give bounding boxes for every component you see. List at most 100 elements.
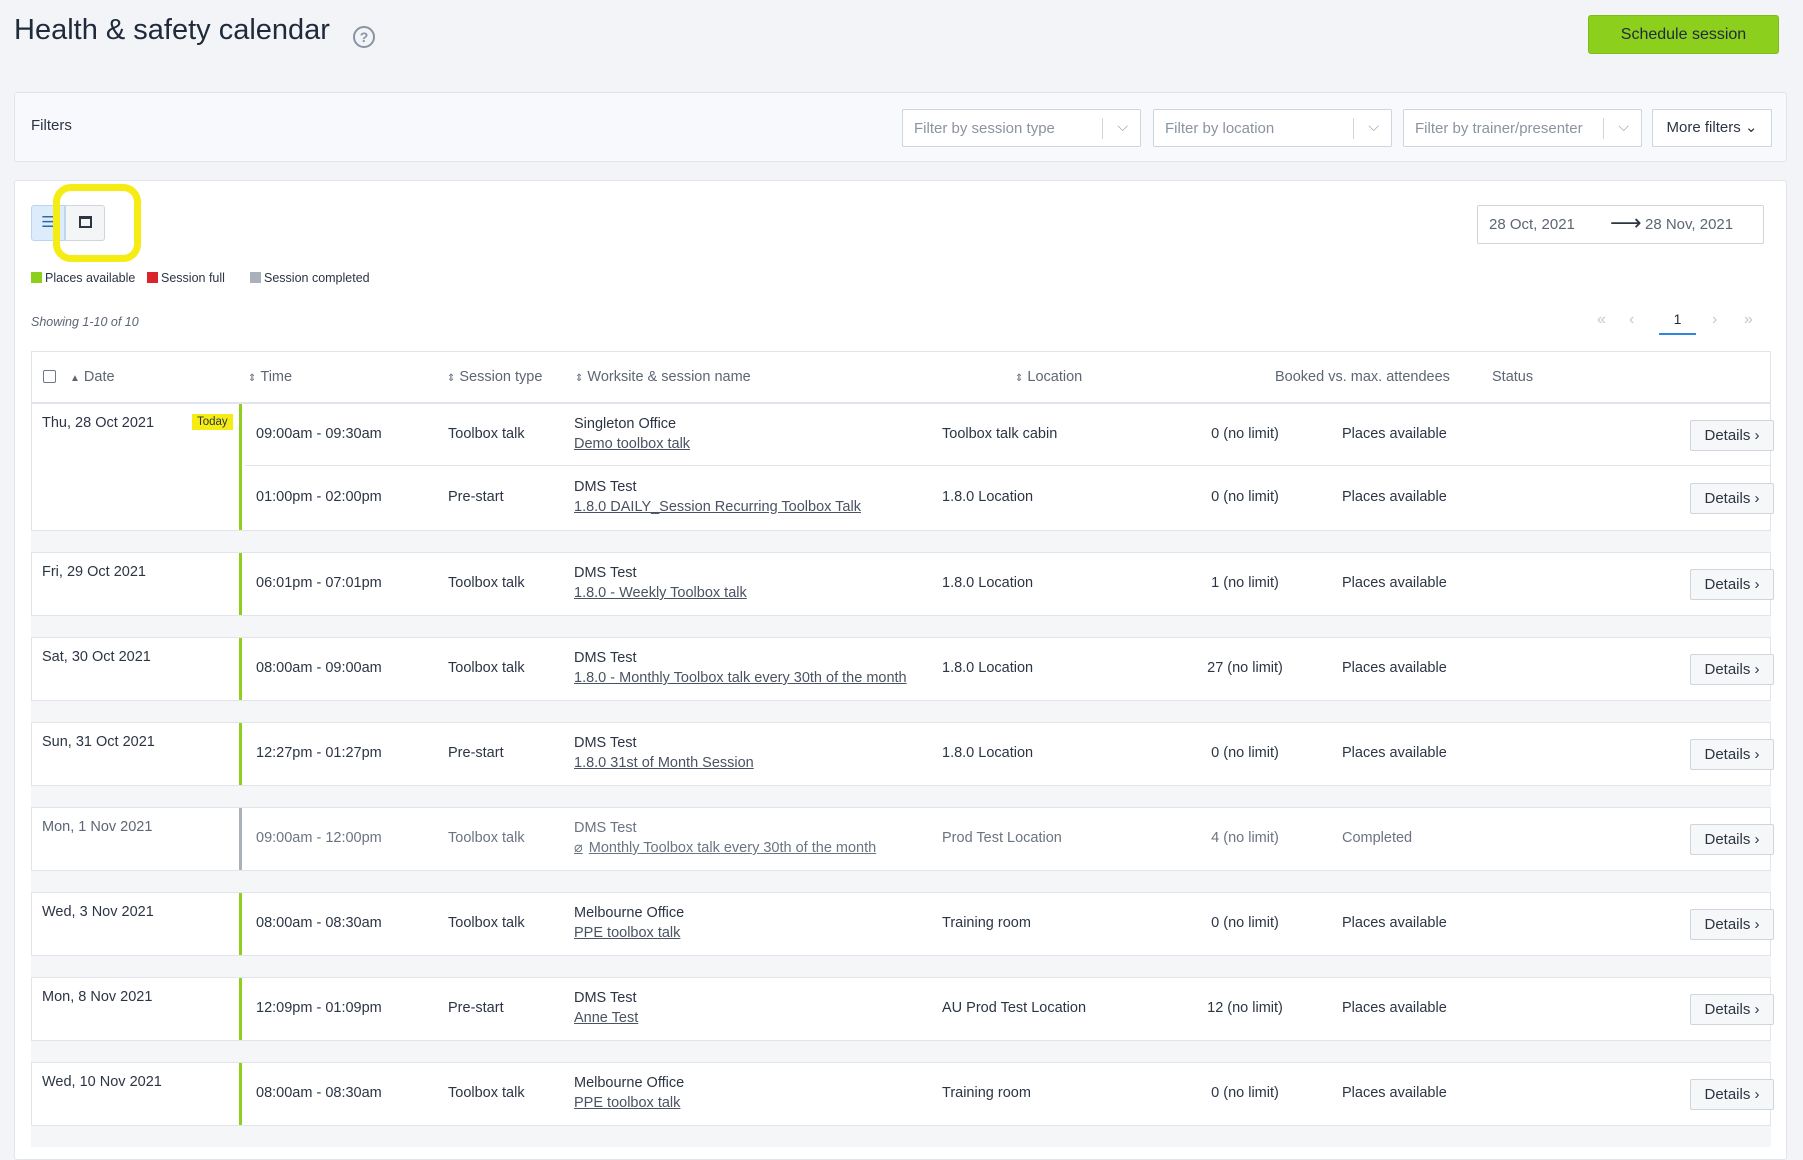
session-name-link[interactable]: 1.8.0 31st of Month Session [574, 755, 754, 771]
row-spacer [31, 701, 1771, 722]
details-button[interactable]: Details › [1690, 420, 1774, 451]
legend-swatch [147, 272, 158, 284]
next-page-button[interactable]: › [1712, 311, 1717, 329]
details-button[interactable]: Details › [1690, 824, 1774, 855]
prev-page-button[interactable]: ‹ [1629, 311, 1634, 329]
paperclip-icon: ⌀ [574, 840, 583, 856]
chevron-down-icon[interactable]: ⌵ [1368, 118, 1379, 135]
worksite: DMS Test [574, 735, 637, 751]
arrow-right-icon: ⟶ [1610, 210, 1642, 235]
session-type: Toolbox talk [448, 660, 525, 676]
session-time: 08:00am - 09:00am [256, 660, 382, 676]
session-status: Places available [1342, 1085, 1447, 1101]
session-name-link[interactable]: Demo toolbox talk [574, 436, 690, 452]
help-icon[interactable]: ? [353, 26, 375, 48]
session-type-filter[interactable]: Filter by session type ⌵ [902, 109, 1141, 147]
date-cell: Wed, 3 Nov 2021 [32, 893, 242, 955]
session-status: Places available [1342, 1000, 1447, 1016]
col-type-label: Session type [459, 369, 543, 385]
table-day-group: Wed, 10 Nov 2021 08:00am - 08:30am Toolb… [31, 1062, 1774, 1126]
details-button[interactable]: Details › [1690, 1079, 1774, 1110]
session-location: 1.8.0 Location [942, 575, 1034, 591]
booked-count: 0 (no limit) [1211, 426, 1279, 442]
trainer-filter[interactable]: Filter by trainer/presenter ⌵ [1403, 109, 1642, 147]
session-time: 12:09pm - 01:09pm [256, 1000, 382, 1016]
col-time-label: Time [260, 369, 293, 385]
col-site-label: Worksite & session name [587, 369, 751, 385]
session-time: 01:00pm - 02:00pm [256, 489, 382, 505]
session-name-link[interactable]: 1.8.0 DAILY_Session Recurring Toolbox Ta… [574, 499, 861, 515]
session-date: Thu, 28 Oct 2021 [42, 415, 155, 431]
details-button[interactable]: Details › [1690, 654, 1774, 685]
row-spacer [31, 616, 1771, 637]
select-separator [1353, 118, 1354, 139]
row-spacer [31, 531, 1771, 552]
session-type-filter-placeholder: Filter by session type [914, 120, 1055, 137]
session-name-link[interactable]: ⌀ Monthly Toolbox talk every 30th of the … [574, 840, 876, 856]
details-button[interactable]: Details › [1690, 483, 1774, 514]
more-filters-button[interactable]: More filters ⌄ [1652, 109, 1772, 147]
sort-icon: ⇕ [248, 373, 257, 384]
session-date: Mon, 8 Nov 2021 [42, 989, 153, 1005]
session-time: 06:01pm - 07:01pm [256, 575, 382, 591]
last-page-button[interactable]: » [1744, 311, 1753, 329]
col-time[interactable]: ⇕ Time [248, 369, 292, 385]
worksite: Singleton Office [574, 416, 677, 432]
col-date[interactable]: ▲ Date [70, 369, 115, 385]
worksite: DMS Test [574, 565, 637, 581]
session-name-link[interactable]: 1.8.0 - Weekly Toolbox talk [574, 585, 747, 601]
table-day-group: Mon, 1 Nov 2021 09:00am - 12:00pm Toolbo… [31, 807, 1774, 871]
date-from[interactable]: 28 Oct, 2021 [1489, 216, 1575, 233]
col-session-type[interactable]: ⇕ Session type [447, 369, 542, 385]
date-range-picker[interactable]: 28 Oct, 2021 ⟶ 28 Nov, 2021 [1477, 205, 1764, 244]
table-row: 06:01pm - 07:01pm Toolbox talk DMS Test … [245, 553, 1774, 615]
session-location: Training room [942, 1085, 1031, 1101]
legend-swatch [250, 272, 261, 284]
table-row: 01:00pm - 02:00pm Pre-start DMS Test 1.8… [245, 467, 1774, 529]
today-badge: Today [192, 414, 233, 430]
location-filter[interactable]: Filter by location ⌵ [1153, 109, 1392, 147]
legend-full: Session full [147, 271, 225, 285]
date-cell: Sun, 31 Oct 2021 [32, 723, 242, 785]
details-button[interactable]: Details › [1690, 569, 1774, 600]
table-row: 08:00am - 08:30am Toolbox talk Melbourne… [245, 893, 1774, 955]
select-all-checkbox[interactable] [43, 370, 56, 383]
details-button[interactable]: Details › [1690, 994, 1774, 1025]
legend-label: Session full [161, 271, 225, 285]
worksite: DMS Test [574, 990, 637, 1006]
chevron-down-icon[interactable]: ⌵ [1618, 118, 1629, 135]
row-spacer [31, 1126, 1771, 1147]
session-name-link[interactable]: PPE toolbox talk [574, 1095, 680, 1111]
booked-count: 27 (no limit) [1207, 660, 1283, 676]
session-location: AU Prod Test Location [942, 1000, 1087, 1016]
chevron-down-icon[interactable]: ⌵ [1117, 118, 1128, 135]
session-name-link[interactable]: Anne Test [574, 1010, 638, 1026]
session-name-link[interactable]: 1.8.0 - Monthly Toolbox talk every 30th … [574, 670, 907, 686]
first-page-button[interactable]: « [1597, 311, 1606, 329]
row-spacer [31, 871, 1771, 892]
session-type: Toolbox talk [448, 915, 525, 931]
date-to[interactable]: 28 Nov, 2021 [1645, 216, 1733, 233]
date-cell: Sat, 30 Oct 2021 [32, 638, 242, 700]
date-cell: Mon, 1 Nov 2021 [32, 808, 242, 870]
booked-count: 4 (no limit) [1211, 830, 1279, 846]
legend-swatch [31, 272, 42, 284]
filters-label: Filters [31, 117, 72, 134]
col-worksite[interactable]: ⇕ Worksite & session name [575, 369, 751, 385]
table-row: 08:00am - 09:00am Toolbox talk DMS Test … [245, 638, 1774, 700]
date-cell: Wed, 10 Nov 2021 [32, 1063, 242, 1125]
session-time: 09:00am - 12:00pm [256, 830, 382, 846]
table-header: ▲ Date ⇕ Time ⇕ Session type ⇕ Worksite & se… [31, 351, 1771, 403]
details-button[interactable]: Details › [1690, 909, 1774, 940]
result-count: Showing 1-10 of 10 [31, 315, 139, 329]
col-location[interactable]: ⇕ Location [1015, 369, 1082, 385]
schedule-session-button[interactable]: Schedule session [1588, 15, 1779, 54]
session-name-link[interactable]: PPE toolbox talk [574, 925, 680, 941]
location-filter-placeholder: Filter by location [1165, 120, 1275, 137]
current-page[interactable]: 1 [1659, 311, 1696, 335]
col-status: Status [1492, 369, 1534, 385]
details-button[interactable]: Details › [1690, 739, 1774, 770]
sort-icon: ⇕ [575, 373, 584, 384]
table-day-group: Thu, 28 Oct 2021 Today 09:00am - 09:30am… [31, 403, 1774, 531]
col-date-label: Date [83, 369, 115, 385]
